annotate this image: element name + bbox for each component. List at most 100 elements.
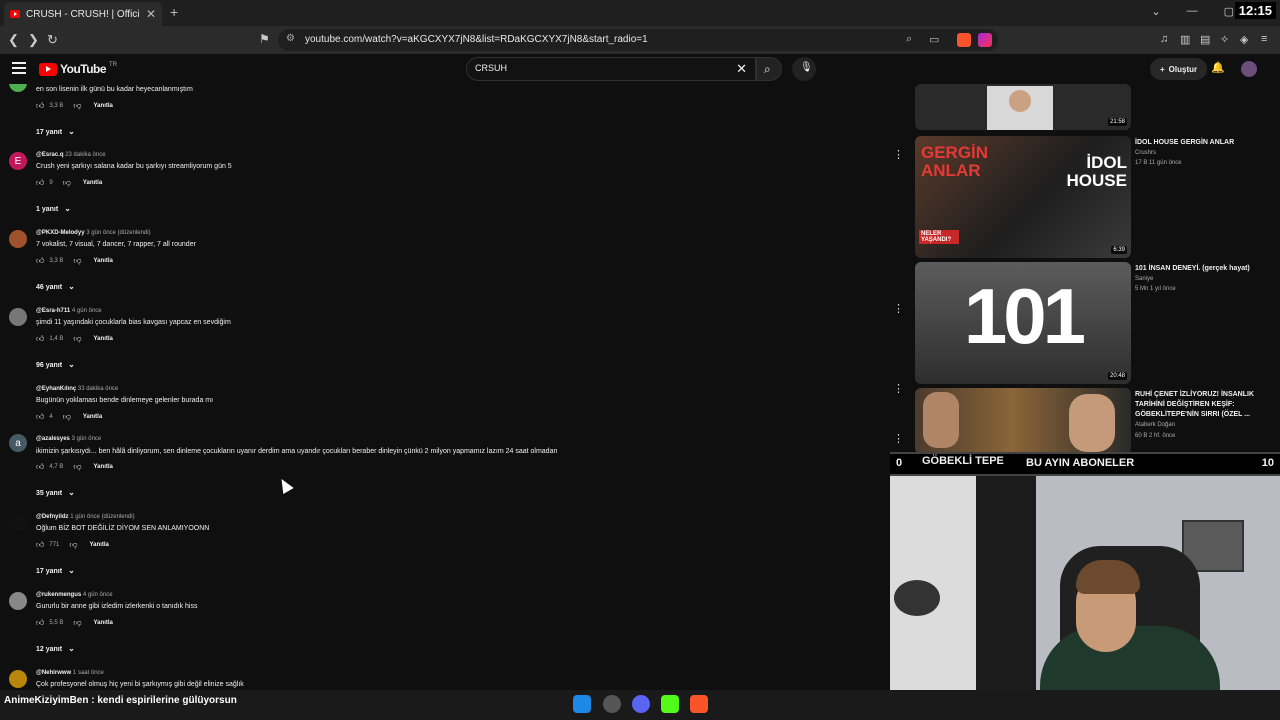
comment-avatar[interactable] [9, 670, 27, 688]
video-thumbnail[interactable]: GERGİN ANLAR İDOL HOUSE NELER YAŞANDI? 6… [915, 136, 1131, 258]
more-options-icon[interactable]: ⋮ [893, 432, 904, 445]
start-icon[interactable] [573, 695, 591, 713]
search-input[interactable] [475, 63, 725, 73]
sidebar-toggle-icon[interactable]: ▥ [1180, 33, 1190, 46]
app-icon[interactable] [603, 695, 621, 713]
dislike-icon[interactable]: 👎︎ [63, 412, 71, 422]
youtube-logo[interactable]: YouTube TR [39, 62, 117, 76]
comment-avatar[interactable] [9, 230, 27, 248]
maximize-icon[interactable]: ▢ [1224, 5, 1234, 18]
like-icon[interactable]: 👍︎ [36, 256, 44, 266]
like-icon[interactable]: 👍︎ [36, 334, 44, 344]
dislike-icon[interactable]: 👎︎ [73, 618, 81, 628]
like-count: 3,3 B [49, 258, 64, 264]
like-icon[interactable]: 👍︎ [36, 178, 44, 188]
back-icon[interactable]: ❮ [8, 32, 19, 48]
comment-text: en son lisenin ilk günü bu kadar heyecan… [36, 86, 193, 93]
video-thumbnail[interactable]: 21:58 [915, 84, 1131, 130]
comment-avatar[interactable] [9, 308, 27, 326]
url-bar[interactable]: ⚙ youtube.com/watch?v=aKGCXYX7jN8&list=R… [278, 29, 998, 51]
dislike-icon[interactable]: 👎︎ [73, 256, 81, 266]
brave-browser-icon[interactable] [690, 695, 708, 713]
browser-tab[interactable]: CRUSH - CRUSH! | Official Music ✕ [4, 2, 162, 26]
comment-avatar[interactable]: E [9, 152, 27, 170]
comment-avatar[interactable] [9, 592, 27, 610]
chevron-down-icon: ⌄ [68, 644, 75, 653]
reply-button[interactable]: Yanıtla [94, 336, 113, 342]
video-caption-partial: GÖBEKLİ TEPE [922, 455, 1004, 467]
search-button[interactable]: ⌕ [756, 57, 782, 81]
bookmark-icon[interactable]: ⚑ [259, 32, 270, 46]
reply-button[interactable]: Yanıtla [94, 103, 113, 109]
more-options-icon[interactable]: ⋮ [893, 148, 904, 161]
comment-avatar[interactable] [9, 84, 27, 92]
minimize-icon[interactable]: — [1187, 5, 1198, 18]
reply-button[interactable]: Yanıtla [94, 464, 113, 470]
notifications-bell-icon[interactable]: 🔔 [1211, 61, 1225, 74]
comment-time: 1 gün önce (düzenlendi) [70, 514, 135, 520]
video-thumbnail[interactable] [915, 388, 1131, 454]
media-icon[interactable]: ♫ [1160, 33, 1168, 45]
leo-ai-icon[interactable]: ✧ [1220, 33, 1229, 46]
more-options-icon[interactable]: ⋮ [893, 382, 904, 395]
menu-icon[interactable]: ≡ [1261, 33, 1267, 45]
reply-button[interactable]: Yanıtla [83, 180, 102, 186]
replies-toggle[interactable]: 96 yanıt ⌄ [36, 360, 75, 369]
comment-meta: @Esrac.q 23 dakika önce [36, 152, 106, 158]
dislike-icon[interactable]: 👎︎ [73, 101, 81, 111]
comment-actions: 👍︎ 1,4 B 👎︎ Yanıtla [36, 334, 113, 344]
replies-toggle[interactable]: 35 yanıt ⌄ [36, 488, 75, 497]
comment-avatar[interactable]: a [9, 434, 27, 452]
vpn-icon[interactable]: ◈ [1240, 33, 1248, 46]
comment-actions: 👍︎ 3,3 B 👎︎ Yanıtla [36, 256, 113, 266]
wallet-icon[interactable]: ▤ [1200, 33, 1210, 46]
like-icon[interactable]: 👍︎ [36, 412, 44, 422]
discord-icon[interactable] [632, 695, 650, 713]
like-icon[interactable]: 👍︎ [36, 462, 44, 472]
forward-icon[interactable]: ❯ [28, 32, 39, 48]
brave-shields-icon[interactable] [957, 33, 971, 47]
comment-avatar[interactable] [9, 514, 27, 532]
clear-search-icon[interactable]: ✕ [736, 61, 747, 77]
reply-button[interactable]: Yanıtla [94, 620, 113, 626]
dislike-icon[interactable]: 👎︎ [69, 540, 77, 550]
comment-meta: @Esra-h711 4 gün önce [36, 308, 102, 314]
dislike-icon[interactable]: 👎︎ [63, 178, 71, 188]
video-channel[interactable]: Crushrs [1135, 150, 1156, 156]
more-options-icon[interactable]: ⋮ [893, 302, 904, 315]
replies-toggle[interactable]: 12 yanıt ⌄ [36, 644, 75, 653]
tab-list-icon[interactable]: ⌄ [1151, 5, 1160, 18]
dislike-icon[interactable]: 👎︎ [73, 334, 81, 344]
reply-button[interactable]: Yanıtla [94, 258, 113, 264]
zoom-icon[interactable]: ⌕ [906, 33, 912, 46]
site-info-icon[interactable]: ⚙ [286, 33, 295, 44]
like-icon[interactable]: 👍︎ [36, 101, 44, 111]
like-icon[interactable]: 👍︎ [36, 540, 44, 550]
comment-avatar[interactable] [9, 386, 27, 404]
video-channel[interactable]: Saniye [1135, 276, 1153, 282]
like-icon[interactable]: 👍︎ [36, 618, 44, 628]
replies-toggle[interactable]: 46 yanıt ⌄ [36, 282, 75, 291]
account-avatar[interactable] [1241, 61, 1257, 77]
reload-icon[interactable]: ↻ [47, 32, 58, 48]
video-channel[interactable]: Ataberk Doğan [1135, 422, 1175, 428]
cast-icon[interactable]: ▭ [929, 33, 939, 46]
new-tab-button[interactable]: + [170, 4, 178, 20]
reply-button[interactable]: Yanıtla [83, 414, 102, 420]
video-title[interactable]: RUHİ ÇENET İZLİYORUZ! İNSANLIK TARİHİNİ … [1135, 390, 1275, 420]
close-tab-icon[interactable]: ✕ [146, 7, 156, 21]
replies-toggle[interactable]: 17 yanıt ⌄ [36, 566, 75, 575]
replies-toggle[interactable]: 1 yanıt ⌄ [36, 204, 71, 213]
video-thumbnail[interactable]: 101 20:48 [915, 262, 1131, 384]
brave-rewards-icon[interactable] [978, 33, 992, 47]
kick-icon[interactable] [661, 695, 679, 713]
video-title[interactable]: 101 İNSAN DENEYİ. (gerçek hayat) [1135, 264, 1275, 274]
replies-toggle[interactable]: 17 yanıt ⌄ [36, 127, 75, 136]
reply-button[interactable]: Yanıtla [90, 542, 109, 548]
comment-text: Oğlum BİZ BOT DEĞİLİZ DİYOM SEN ANLAMIYO… [36, 525, 210, 532]
guide-menu-icon[interactable] [12, 62, 26, 77]
video-title[interactable]: İDOL HOUSE GERGİN ANLAR [1135, 138, 1275, 148]
create-button[interactable]: + Oluştur [1150, 58, 1208, 80]
dislike-icon[interactable]: 👎︎ [73, 462, 81, 472]
voice-search-button[interactable]: 🎙 [792, 57, 816, 81]
